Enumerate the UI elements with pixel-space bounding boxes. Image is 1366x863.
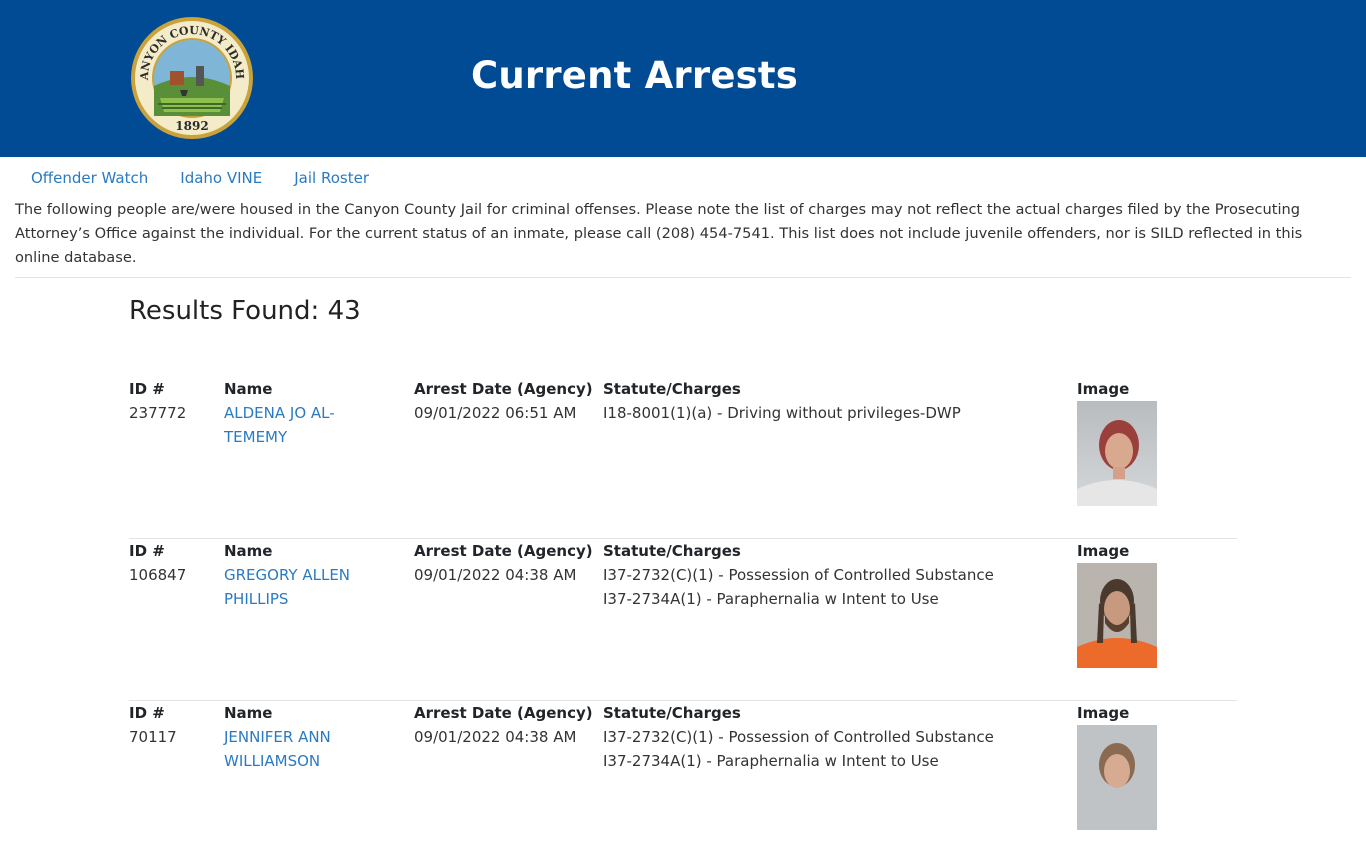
name-column: Name ALDENA JO AL- TEMEMY [224,377,374,449]
county-seal-logo: CANYON COUNTY IDAHO 1892 [130,16,253,139]
site-header: CANYON COUNTY IDAHO 1892 Current Arrests [0,0,1366,157]
image-label: Image [1077,380,1130,398]
arrest-date: 09/01/2022 04:38 AM [414,728,577,746]
id-label: ID # [129,542,165,560]
seal-year: 1892 [175,119,208,133]
arrest-record: ID # 70117 Name JENNIFER ANN WILLIAMSON … [129,701,1237,863]
date-column: Arrest Date (Agency) 09/01/2022 04:38 AM [414,539,599,587]
name-line-1: ALDENA JO AL- [224,404,335,422]
date-column: Arrest Date (Agency) 09/01/2022 04:38 AM [414,701,599,749]
name-column: Name GREGORY ALLEN PHILLIPS [224,539,374,611]
nav-link-jail-roster[interactable]: Jail Roster [294,166,369,190]
inmate-name-link[interactable]: GREGORY ALLEN PHILLIPS [224,563,374,611]
arrest-date: 09/01/2022 06:51 AM [414,404,577,422]
image-label: Image [1077,704,1130,722]
name-line-2: PHILLIPS [224,590,289,608]
mugshot-image[interactable] [1077,563,1157,668]
arrest-record: ID # 237772 Name ALDENA JO AL- TEMEMY Ar… [129,377,1237,539]
name-label: Name [224,542,273,560]
name-line-2: WILLIAMSON [224,752,321,770]
name-line-2: TEMEMY [224,428,288,446]
image-label: Image [1077,542,1130,560]
charge-line: I37-2734A(1) - Paraphernalia w Intent to… [603,752,939,770]
inmate-id: 237772 [129,404,187,422]
inmate-name-link[interactable]: JENNIFER ANN WILLIAMSON [224,725,374,773]
name-column: Name JENNIFER ANN WILLIAMSON [224,701,374,773]
inmate-id: 106847 [129,566,187,584]
intro-disclaimer: The following people are/were housed in … [15,201,1303,266]
image-column: Image [1077,377,1167,506]
charges-column: Statute/Charges I37-2732(C)(1) - Possess… [603,701,1063,773]
date-column: Arrest Date (Agency) 09/01/2022 06:51 AM [414,377,599,425]
results-count: Results Found: 43 [129,296,361,326]
image-column: Image [1077,701,1167,830]
id-label: ID # [129,704,165,722]
name-line-1: JENNIFER ANN [224,728,331,746]
charges-label: Statute/Charges [603,380,741,398]
name-label: Name [224,380,273,398]
id-column: ID # 70117 [129,701,219,749]
inmate-id: 70117 [129,728,177,746]
charges-column: Statute/Charges I18-8001(1)(a) - Driving… [603,377,1063,425]
page-title: Current Arrests [471,54,798,97]
charges-label: Statute/Charges [603,542,741,560]
charge-line: I37-2732(C)(1) - Possession of Controlle… [603,728,994,746]
date-label: Arrest Date (Agency) [414,380,593,398]
top-nav: Offender Watch Idaho VINE Jail Roster [15,166,385,190]
id-column: ID # 237772 [129,377,219,425]
charges-column: Statute/Charges I37-2732(C)(1) - Possess… [603,539,1063,611]
nav-link-idaho-vine[interactable]: Idaho VINE [180,166,262,190]
mugshot-image[interactable] [1077,725,1157,830]
date-label: Arrest Date (Agency) [414,704,593,722]
name-line-1: GREGORY ALLEN [224,566,351,584]
charges-label: Statute/Charges [603,704,741,722]
id-label: ID # [129,380,165,398]
arrest-record: ID # 106847 Name GREGORY ALLEN PHILLIPS … [129,539,1237,701]
charge-line: I37-2732(C)(1) - Possession of Controlle… [603,566,994,584]
arrest-date: 09/01/2022 04:38 AM [414,566,577,584]
nav-link-offender-watch[interactable]: Offender Watch [31,166,148,190]
date-label: Arrest Date (Agency) [414,542,593,560]
image-column: Image [1077,539,1167,668]
charge-line: I18-8001(1)(a) - Driving without privile… [603,404,961,422]
section-divider [15,277,1351,278]
mugshot-image[interactable] [1077,401,1157,506]
name-label: Name [224,704,273,722]
charge-line: I37-2734A(1) - Paraphernalia w Intent to… [603,590,939,608]
inmate-name-link[interactable]: ALDENA JO AL- TEMEMY [224,401,374,449]
id-column: ID # 106847 [129,539,219,587]
